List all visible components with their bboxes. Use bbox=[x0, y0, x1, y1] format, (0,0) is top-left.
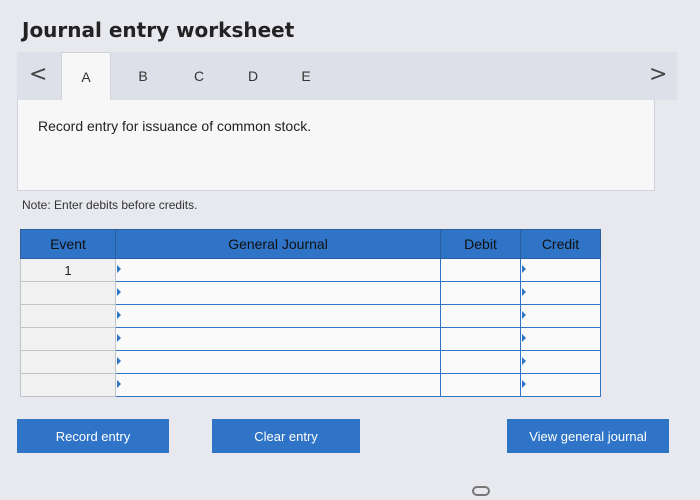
debit-cell[interactable] bbox=[440, 350, 521, 374]
credit-cell[interactable] bbox=[520, 327, 601, 351]
dropdown-marker-icon bbox=[522, 357, 526, 365]
dropdown-marker-icon bbox=[117, 334, 121, 342]
column-header-general-journal: General Journal bbox=[115, 229, 441, 259]
debit-cell[interactable] bbox=[440, 304, 521, 328]
table-header-row: Event General Journal Debit Credit bbox=[20, 229, 601, 259]
debit-cell[interactable] bbox=[440, 327, 521, 351]
account-cell[interactable] bbox=[115, 304, 441, 328]
event-cell bbox=[20, 350, 116, 374]
tab-c[interactable]: C bbox=[175, 52, 223, 100]
dropdown-marker-icon bbox=[117, 265, 121, 273]
dropdown-marker-icon bbox=[522, 265, 526, 273]
credit-input[interactable] bbox=[521, 374, 600, 396]
account-cell[interactable] bbox=[115, 258, 441, 282]
tab-bar: < A B C D E > bbox=[17, 52, 677, 101]
debit-cell[interactable] bbox=[440, 373, 521, 397]
debit-input[interactable] bbox=[441, 351, 520, 373]
credit-input[interactable] bbox=[521, 351, 600, 373]
tab-b[interactable]: B bbox=[119, 52, 167, 100]
table-row bbox=[20, 327, 601, 351]
tab-e[interactable]: E bbox=[282, 52, 330, 100]
table-row bbox=[20, 304, 601, 328]
page-title: Journal entry worksheet bbox=[22, 18, 295, 42]
credit-cell[interactable] bbox=[520, 373, 601, 397]
table-row bbox=[20, 373, 601, 397]
record-entry-button[interactable]: Record entry bbox=[17, 419, 169, 453]
journal-table: Event General Journal Debit Credit 1 bbox=[20, 229, 601, 397]
account-input[interactable] bbox=[116, 328, 440, 350]
dropdown-marker-icon bbox=[522, 288, 526, 296]
table-row: 1 bbox=[20, 258, 601, 282]
dropdown-marker-icon bbox=[522, 380, 526, 388]
instruction-text: Record entry for issuance of common stoc… bbox=[38, 118, 312, 134]
note-text: Note: Enter debits before credits. bbox=[22, 198, 198, 212]
account-cell[interactable] bbox=[115, 373, 441, 397]
debit-input[interactable] bbox=[441, 282, 520, 304]
account-input[interactable] bbox=[116, 351, 440, 373]
account-cell[interactable] bbox=[115, 350, 441, 374]
event-cell bbox=[20, 281, 116, 305]
dropdown-marker-icon bbox=[117, 357, 121, 365]
credit-input[interactable] bbox=[521, 328, 600, 350]
tab-d[interactable]: D bbox=[229, 52, 277, 100]
instruction-panel: Record entry for issuance of common stoc… bbox=[17, 100, 655, 191]
credit-cell[interactable] bbox=[520, 350, 601, 374]
event-cell bbox=[20, 304, 116, 328]
link-icon bbox=[472, 486, 490, 496]
debit-cell[interactable] bbox=[440, 281, 521, 305]
credit-input[interactable] bbox=[521, 282, 600, 304]
credit-cell[interactable] bbox=[520, 281, 601, 305]
account-input[interactable] bbox=[116, 259, 440, 281]
dropdown-marker-icon bbox=[522, 311, 526, 319]
dropdown-marker-icon bbox=[117, 380, 121, 388]
debit-cell[interactable] bbox=[440, 258, 521, 282]
account-input[interactable] bbox=[116, 282, 440, 304]
table-row bbox=[20, 281, 601, 305]
chevron-right-icon[interactable]: > bbox=[649, 62, 667, 87]
debit-input[interactable] bbox=[441, 305, 520, 327]
account-cell[interactable] bbox=[115, 281, 441, 305]
dropdown-marker-icon bbox=[117, 288, 121, 296]
dropdown-marker-icon bbox=[522, 334, 526, 342]
debit-input[interactable] bbox=[441, 328, 520, 350]
account-cell[interactable] bbox=[115, 327, 441, 351]
column-header-credit: Credit bbox=[520, 229, 601, 259]
credit-cell[interactable] bbox=[520, 258, 601, 282]
account-input[interactable] bbox=[116, 374, 440, 396]
debit-input[interactable] bbox=[441, 259, 520, 281]
view-general-journal-button[interactable]: View general journal bbox=[507, 419, 669, 453]
column-header-debit: Debit bbox=[440, 229, 521, 259]
clear-entry-button[interactable]: Clear entry bbox=[212, 419, 360, 453]
table-row bbox=[20, 350, 601, 374]
credit-input[interactable] bbox=[521, 259, 600, 281]
debit-input[interactable] bbox=[441, 374, 520, 396]
chevron-left-icon[interactable]: < bbox=[29, 62, 47, 87]
event-cell bbox=[20, 373, 116, 397]
event-cell bbox=[20, 327, 116, 351]
credit-cell[interactable] bbox=[520, 304, 601, 328]
account-input[interactable] bbox=[116, 305, 440, 327]
event-cell: 1 bbox=[20, 258, 116, 282]
dropdown-marker-icon bbox=[117, 311, 121, 319]
tab-a[interactable]: A bbox=[61, 52, 111, 101]
column-header-event: Event bbox=[20, 229, 116, 259]
credit-input[interactable] bbox=[521, 305, 600, 327]
